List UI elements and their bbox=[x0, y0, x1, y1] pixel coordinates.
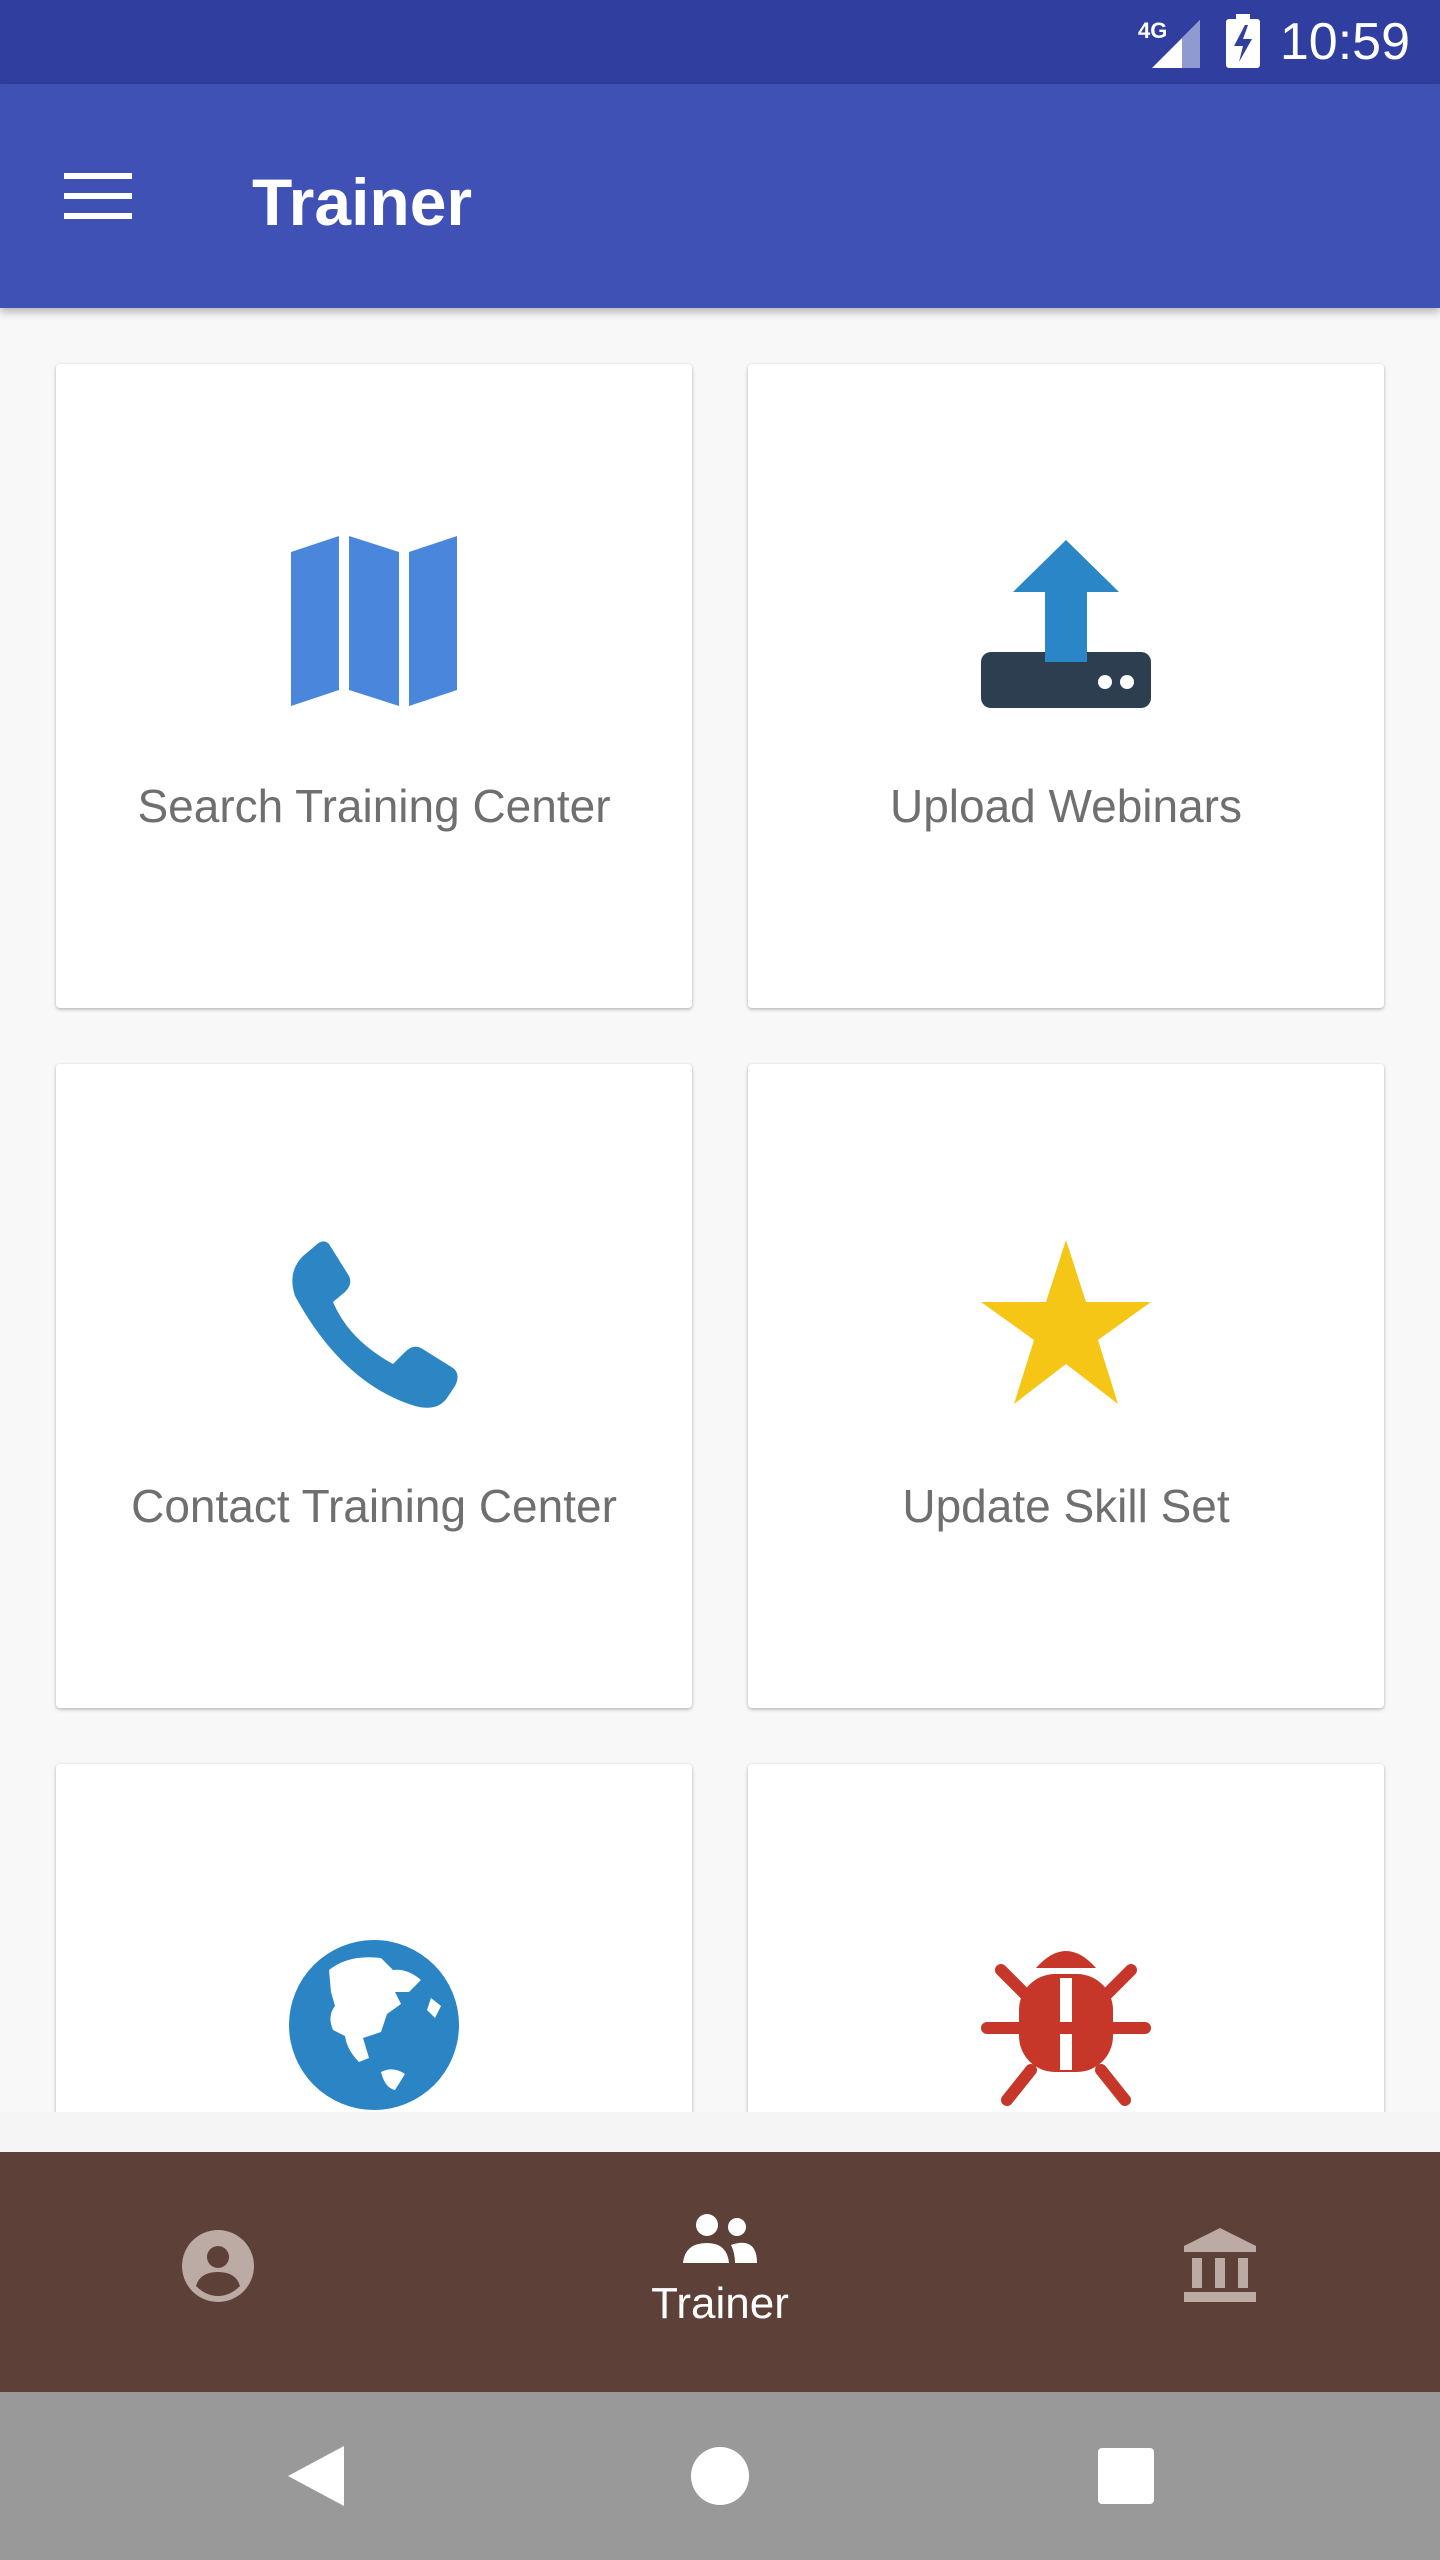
tile-bug[interactable] bbox=[748, 1764, 1384, 2112]
bottom-nav-trainer[interactable]: Trainer bbox=[620, 2152, 820, 2392]
home-button[interactable] bbox=[680, 2436, 760, 2516]
account-circle-icon bbox=[182, 2230, 254, 2302]
back-triangle-icon bbox=[288, 2446, 344, 2506]
star-icon bbox=[981, 1240, 1151, 1404]
page-title: Trainer bbox=[252, 165, 473, 239]
globe-icon bbox=[289, 1940, 459, 2110]
bottom-nav-institution[interactable] bbox=[1120, 2152, 1320, 2392]
status-time: 10:59 bbox=[1279, 13, 1410, 71]
tile-grid: Search Training Center Upload Webinars C… bbox=[0, 308, 1440, 2112]
tile-search-training-center[interactable]: Search Training Center bbox=[56, 364, 692, 1008]
upload-icon bbox=[981, 540, 1151, 708]
map-icon bbox=[291, 536, 457, 706]
signal-4g-icon: 4G bbox=[1138, 18, 1200, 68]
tile-label: Upload Webinars bbox=[889, 780, 1242, 832]
battery-charging-icon bbox=[1226, 14, 1260, 68]
home-circle-icon bbox=[691, 2447, 749, 2505]
people-icon bbox=[683, 2214, 757, 2263]
tile-label: Contact Training Center bbox=[131, 1480, 617, 1532]
app-bar: Trainer bbox=[0, 84, 1440, 308]
menu-button[interactable] bbox=[48, 156, 148, 236]
tile-contact-training-center[interactable]: Contact Training Center bbox=[56, 1064, 692, 1708]
recents-square-icon bbox=[1098, 2448, 1154, 2504]
bottom-navigation: Trainer bbox=[0, 2152, 1440, 2392]
tile-label: Update Skill Set bbox=[902, 1480, 1230, 1532]
bottom-nav-profile[interactable] bbox=[118, 2152, 318, 2392]
bug-icon bbox=[981, 1951, 1151, 2106]
tile-upload-webinars[interactable]: Upload Webinars bbox=[748, 364, 1384, 1008]
svg-text:4G: 4G bbox=[1138, 18, 1167, 43]
system-navigation-bar bbox=[0, 2392, 1440, 2560]
tile-label: Search Training Center bbox=[137, 780, 611, 832]
hamburger-menu-icon bbox=[64, 173, 132, 219]
tile-globe[interactable] bbox=[56, 1764, 692, 2112]
bottom-nav-label: Trainer bbox=[651, 2279, 789, 2328]
status-bar: 4G 10:59 bbox=[0, 0, 1440, 84]
back-button[interactable] bbox=[276, 2436, 356, 2516]
institution-icon bbox=[1184, 2228, 1256, 2302]
tile-update-skill-set[interactable]: Update Skill Set bbox=[748, 1064, 1384, 1708]
phone-icon bbox=[292, 1241, 458, 1408]
recents-button[interactable] bbox=[1086, 2436, 1166, 2516]
